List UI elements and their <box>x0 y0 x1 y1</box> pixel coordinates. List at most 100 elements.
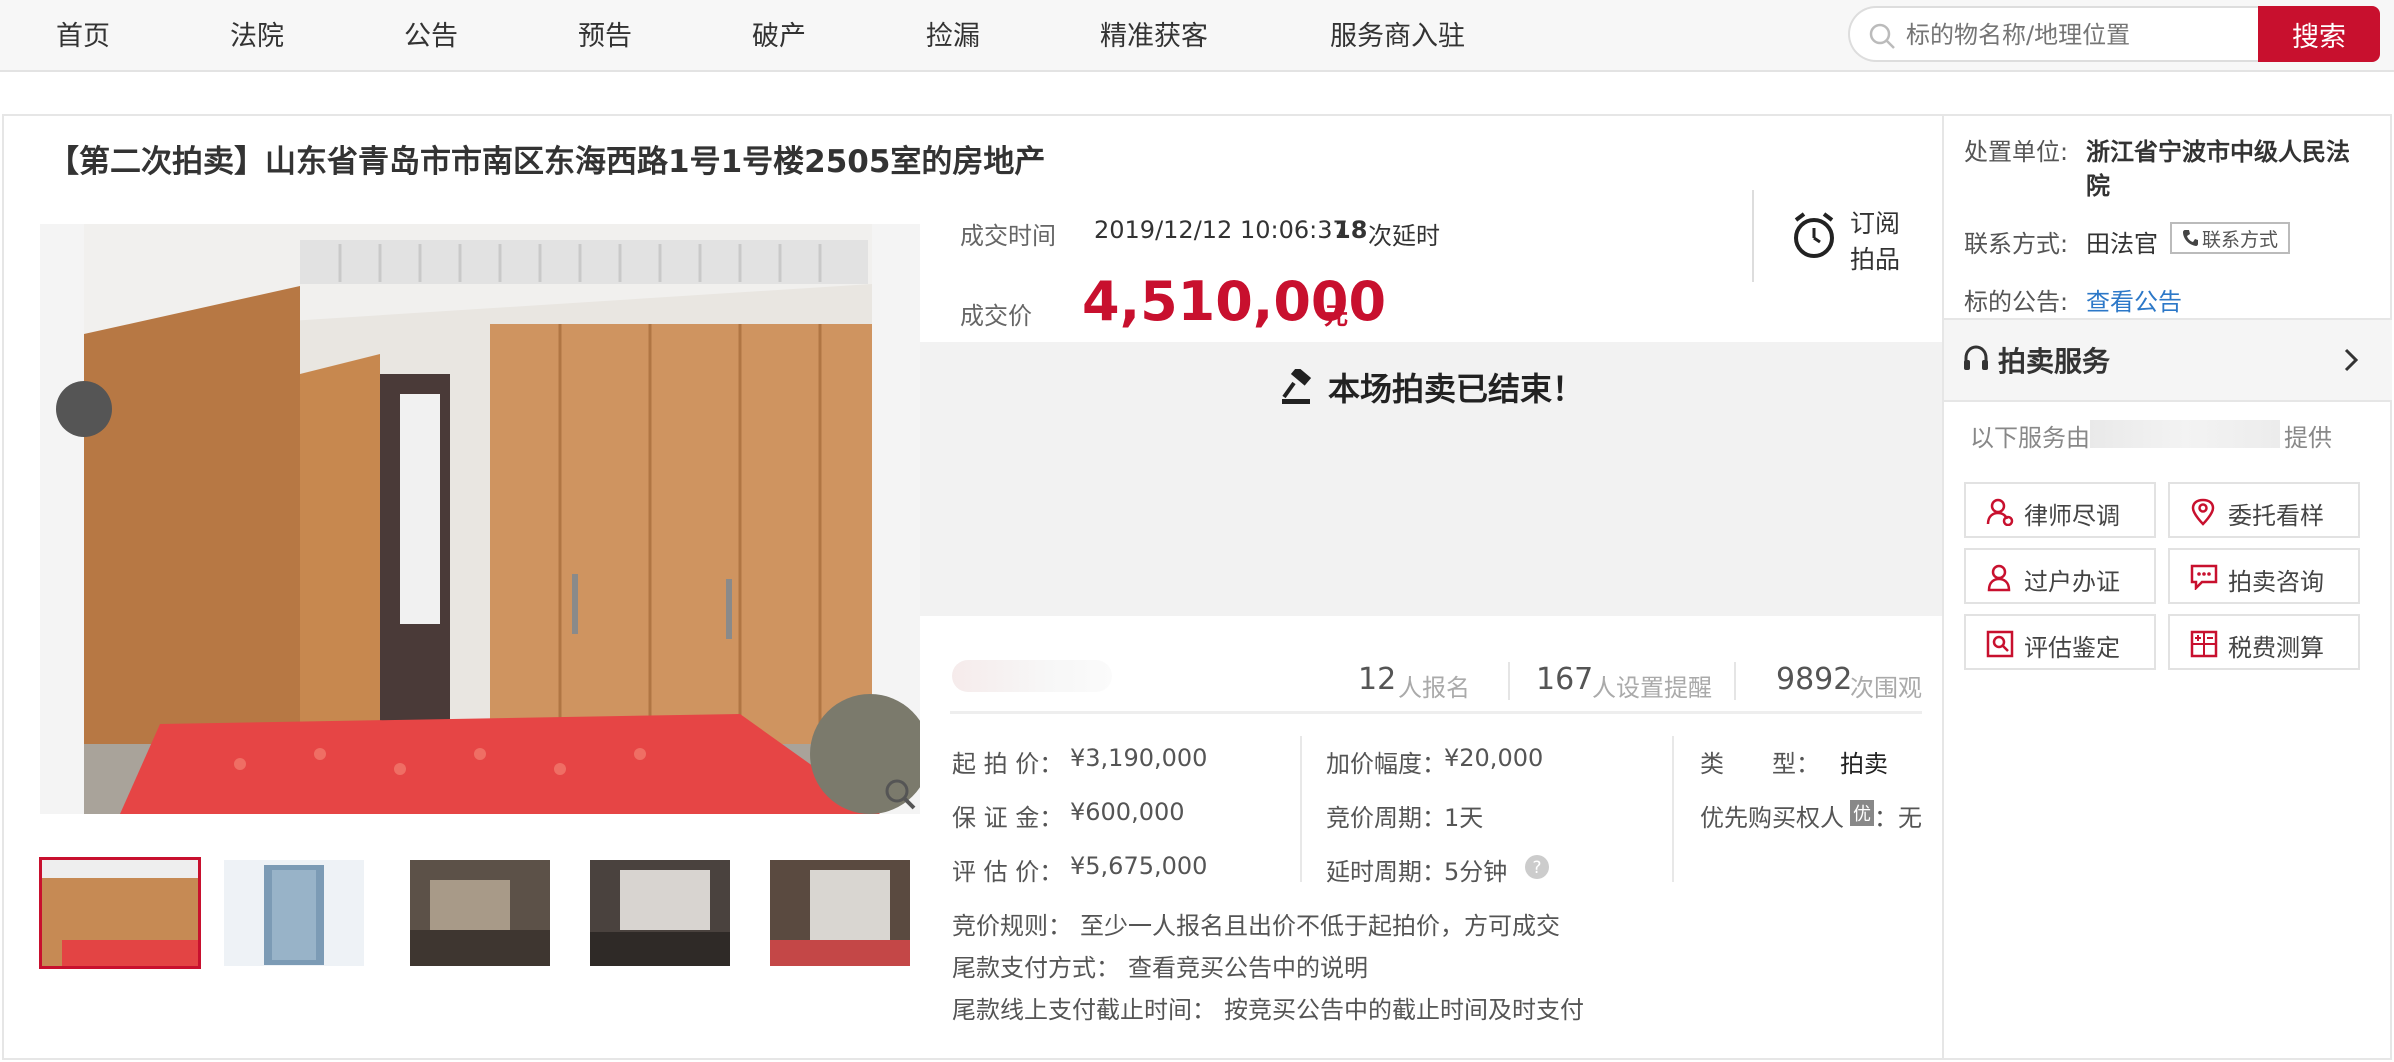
search-input[interactable] <box>1906 18 2246 52</box>
delay-period: 5分钟 <box>1444 858 1508 886</box>
thumbnail-5[interactable] <box>770 860 910 966</box>
lawyer-icon <box>1986 498 2014 530</box>
contact-button[interactable]: 联系方式 <box>2170 222 2290 254</box>
location-pin-icon <box>2190 498 2216 530</box>
service-appraisal[interactable]: 评估鉴定 <box>1964 614 2156 670</box>
chevron-right-icon[interactable] <box>2340 346 2360 378</box>
deadline-text: 按竞买公告中的截止时间及时支付 <box>1224 996 1584 1024</box>
help-icon[interactable]: ? <box>1524 854 1550 884</box>
auction-ended-status: 本场拍卖已结束！ <box>1280 364 1584 410</box>
rule-label: 竞价规则： <box>952 912 1072 940</box>
notice-label: 标的公告: <box>1964 288 2069 316</box>
blurred-provider <box>2090 420 2280 448</box>
appraisal: ¥5,675,000 <box>1070 852 1208 880</box>
deal-price-label: 成交价 <box>960 302 1032 330</box>
service-label: 律师尽调 <box>2024 502 2120 530</box>
service-transfer[interactable]: 过户办证 <box>1964 548 2156 604</box>
subscribe-label-1[interactable]: 订阅 <box>1850 204 1900 240</box>
appraisal-icon <box>1986 630 2014 662</box>
thumbnail-3[interactable] <box>410 860 550 966</box>
thumbnail-1[interactable] <box>39 857 201 969</box>
divider <box>1672 736 1674 882</box>
cycle-label: 竞价周期： <box>1326 804 1446 832</box>
type-value: 拍卖 <box>1840 750 1888 778</box>
provider-prefix: 以下服务由 <box>1970 424 2090 452</box>
person-icon <box>1986 564 2012 596</box>
divider <box>1734 662 1736 700</box>
service-label: 拍卖咨询 <box>2228 568 2324 596</box>
subscribe-label-2[interactable]: 拍品 <box>1850 240 1900 276</box>
service-label: 委托看样 <box>2228 502 2324 530</box>
main-photo[interactable] <box>40 224 920 814</box>
start-price-label: 起 拍 价： <box>952 750 1064 778</box>
headset-icon <box>1962 344 1990 378</box>
deposit-label: 保 证 金： <box>952 804 1064 832</box>
rule-text: 至少一人报名且出价不低于起拍价，方可成交 <box>1080 912 1560 940</box>
phone-icon <box>2182 230 2198 246</box>
provider-suffix: 提供 <box>2284 424 2332 452</box>
divider <box>1752 190 1754 282</box>
auction-services-title: 拍卖服务 <box>1998 345 2111 378</box>
service-viewing[interactable]: 委托看样 <box>2168 482 2360 538</box>
delay-period-label: 延时周期： <box>1326 858 1446 886</box>
signup-count: 12 <box>1358 662 1397 697</box>
view-unit: 次围观 <box>1850 674 1922 702</box>
blurred-logo <box>952 660 1112 692</box>
search-icon <box>1868 22 1896 54</box>
nav-item-leads[interactable]: 精准获客 <box>1100 14 1208 53</box>
nav-item-provider-join[interactable]: 服务商入驻 <box>1330 14 1465 53</box>
alarm-clock-icon[interactable] <box>1790 210 1838 264</box>
nav-item-bargain[interactable]: 捡漏 <box>926 14 980 53</box>
payment-text: 查看竞买公告中的说明 <box>1128 954 1368 982</box>
service-label: 评估鉴定 <box>2024 634 2120 662</box>
service-label: 过户办证 <box>2024 568 2120 596</box>
court-name-line1: 浙江省宁波市中级人民法 <box>2086 138 2350 166</box>
bedroom-photo <box>40 224 920 814</box>
search-button[interactable]: 搜索 <box>2258 6 2380 62</box>
page-title: 【第二次拍卖】山东省青岛市市南区东海西路1号1号楼2505室的房地产 <box>48 144 1046 180</box>
service-consulting[interactable]: 拍卖咨询 <box>2168 548 2360 604</box>
reminder-count: 167 <box>1536 662 1594 697</box>
start-price: ¥3,190,000 <box>1070 744 1208 772</box>
deal-time-value: 2019/12/12 10:06:37 <box>1094 216 1348 244</box>
service-tax-calc[interactable]: 税费测算 <box>2168 614 2360 670</box>
nav-item-home[interactable]: 首页 <box>56 14 110 53</box>
deal-price-unit: 元 <box>1324 302 1348 330</box>
priority-badge: 优 <box>1850 800 1874 826</box>
view-count: 9892 <box>1776 662 1853 697</box>
reminder-unit: 人设置提醒 <box>1592 674 1712 702</box>
calculator-icon <box>2190 630 2218 662</box>
view-notice-link[interactable]: 查看公告 <box>2086 282 2182 317</box>
chat-icon <box>2190 564 2218 594</box>
auction-ended-text: 本场拍卖已结束！ <box>1328 370 1585 408</box>
nav-item-court[interactable]: 法院 <box>230 14 284 53</box>
service-lawyer-due-diligence[interactable]: 律师尽调 <box>1964 482 2156 538</box>
divider <box>1300 736 1302 882</box>
signup-unit: 人报名 <box>1398 674 1470 702</box>
contact-name: 田法官 <box>2086 230 2158 258</box>
gavel-icon <box>1282 369 1312 404</box>
type-label: 类 型： <box>1700 750 1820 778</box>
court-name-line2: 院 <box>2086 172 2110 200</box>
payment-label: 尾款支付方式： <box>952 954 1120 982</box>
thumbnail-2[interactable] <box>224 860 364 966</box>
delay-count: 18 <box>1334 216 1368 244</box>
service-label: 税费测算 <box>2228 634 2324 662</box>
search-box <box>1848 6 2260 62</box>
contact-button-label: 联系方式 <box>2201 228 2278 251</box>
nav-item-notice[interactable]: 公告 <box>404 14 458 53</box>
contact-label: 联系方式: <box>1964 230 2069 258</box>
divider <box>1508 662 1510 700</box>
deal-time-label: 成交时间 <box>960 222 1056 250</box>
cycle: 1天 <box>1444 804 1484 832</box>
svg-text:?: ? <box>1532 858 1541 878</box>
deadline-label: 尾款线上支付截止时间： <box>952 996 1216 1024</box>
top-nav: 首页 法院 公告 预告 破产 捡漏 精准获客 服务商入驻 搜索 <box>0 0 2394 72</box>
nav-item-bankruptcy[interactable]: 破产 <box>752 14 806 53</box>
thumbnail-4[interactable] <box>590 860 730 966</box>
zoom-icon[interactable] <box>882 776 918 816</box>
nav-item-preview[interactable]: 预告 <box>578 14 632 53</box>
sidebar-divider <box>1942 116 1944 1060</box>
court-label: 处置单位: <box>1964 138 2069 166</box>
increment-label: 加价幅度： <box>1326 750 1446 778</box>
